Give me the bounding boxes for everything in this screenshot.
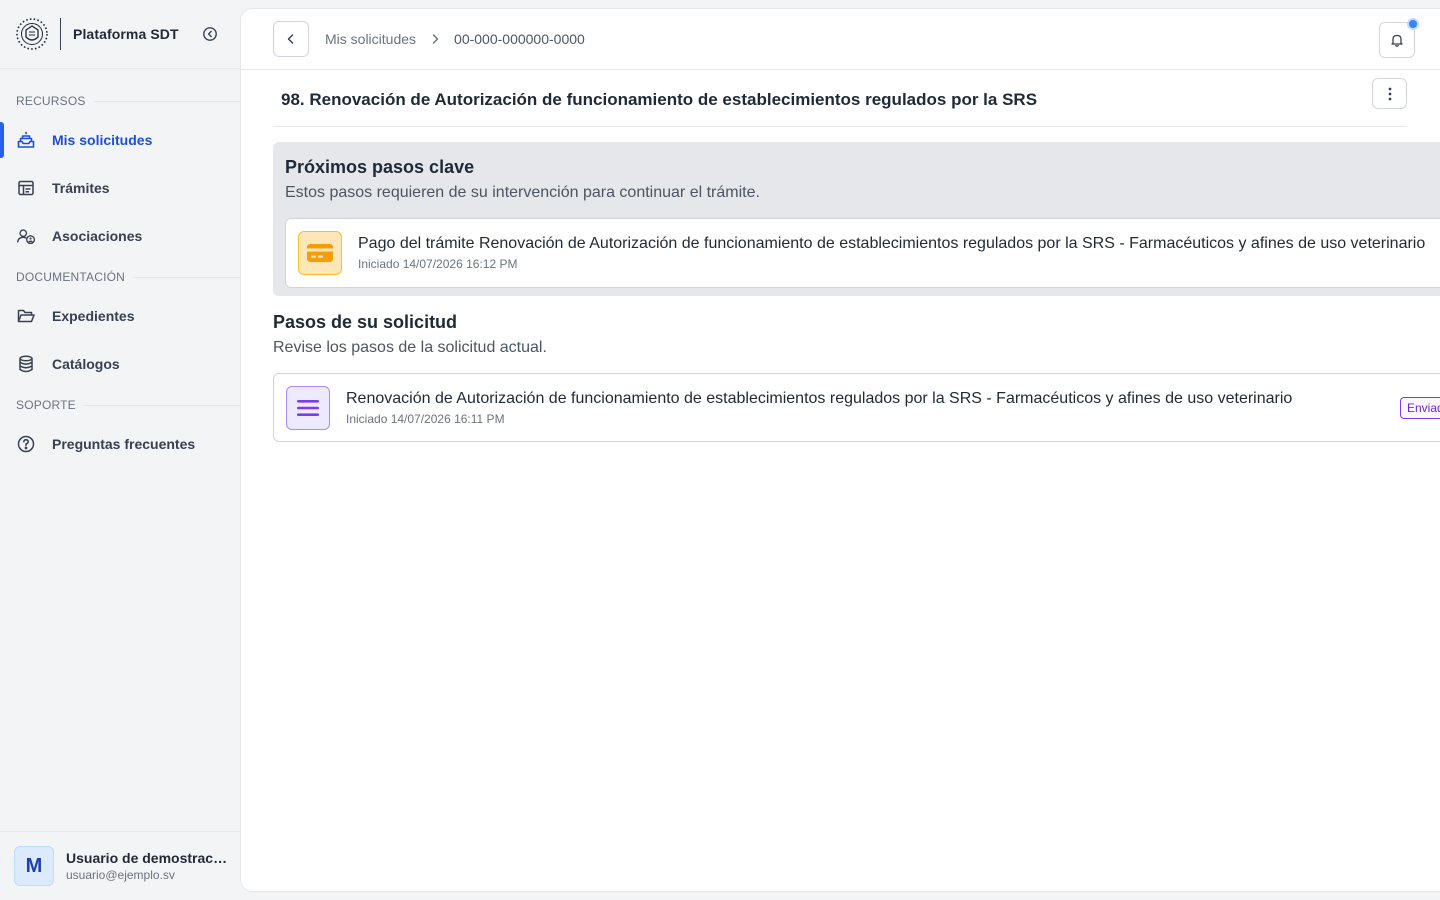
- steps-title: Pasos de su solicitud: [273, 312, 458, 332]
- page-title: 98. Renovación de Autorización de funcio…: [281, 90, 1038, 109]
- table-icon: [16, 178, 36, 198]
- question-circle-icon: [16, 434, 36, 454]
- inbox-tray-icon: [16, 130, 36, 150]
- step-text: Renovación de Autorización de funcionami…: [346, 390, 1292, 426]
- sidebar-item-label: Mis solicitudes: [52, 132, 153, 148]
- section-title: SOPORTE: [16, 398, 76, 412]
- sidebar-item-label: Catálogos: [52, 356, 120, 372]
- user-profile[interactable]: M Usuario de demostración usuario@ejempl…: [0, 831, 240, 900]
- bell-icon: [1391, 34, 1403, 47]
- sidebar-item-label: Trámites: [52, 180, 110, 196]
- sidebar-item-label: Expedientes: [52, 308, 135, 324]
- step-title: Renovación de Autorización de funcionami…: [346, 389, 1293, 407]
- step-card[interactable]: Renovación de Autorización de funcionami…: [273, 373, 1440, 442]
- credit-card-icon: [298, 231, 342, 275]
- chevron-right-icon: [428, 32, 442, 46]
- brand-divider: [60, 18, 61, 50]
- sidebar-item-asociaciones[interactable]: Asociaciones: [0, 217, 240, 255]
- coat-of-arms-logo: [15, 17, 49, 51]
- user-group-icon: [16, 226, 36, 246]
- back-button[interactable]: [273, 21, 309, 57]
- collapse-sidebar-icon[interactable]: [201, 25, 219, 43]
- more-options-button[interactable]: [1372, 78, 1407, 109]
- section-title: RECURSOS: [16, 94, 86, 108]
- section-title: DOCUMENTACIÓN: [16, 270, 126, 284]
- document-lines-icon: [286, 385, 330, 430]
- avatar: M: [14, 846, 54, 886]
- notifications-button[interactable]: [1379, 18, 1419, 58]
- next-steps-title: Próximos pasos clave: [285, 157, 475, 177]
- next-step-date: Iniciado 14/07/2026 16:12 PM: [358, 257, 518, 271]
- next-step-title: Pago del trámite Renovación de Autorizac…: [358, 235, 1426, 252]
- sidebar-item-preguntas-frecuentes[interactable]: Preguntas frecuentes: [0, 425, 240, 463]
- section-divider: [93, 100, 240, 102]
- section-soporte: SOPORTE: [0, 395, 240, 415]
- sidebar-item-catalogos[interactable]: Catálogos: [0, 345, 240, 383]
- sidebar-item-label: Preguntas frecuentes: [52, 436, 196, 452]
- breadcrumb-current: 00-000-000000-0000: [454, 31, 585, 47]
- folder-open-icon: [16, 306, 36, 326]
- kebab-menu-icon: [1388, 87, 1391, 100]
- sidebar-item-mis-solicitudes[interactable]: Mis solicitudes: [0, 121, 240, 159]
- next-step-text: Pago del trámite Renovación de Autorizac…: [358, 235, 1434, 271]
- top-bar: Mis solicitudes 00-000-000000-0000: [241, 9, 1440, 70]
- user-email: usuario@ejemplo.sv: [66, 868, 175, 882]
- next-steps-panel: Próximos pasos clave Estos pasos requier…: [273, 142, 1440, 296]
- nav-soporte: Preguntas frecuentes: [0, 425, 240, 463]
- nav-documentacion: Expedientes Catálogos: [0, 297, 240, 383]
- database-icon: [16, 354, 36, 374]
- steps-subtitle: Revise los pasos de la solicitud actual.: [273, 339, 547, 356]
- notification-badge: [1407, 18, 1419, 30]
- app-name: Plataforma SDT: [73, 26, 179, 42]
- user-info: Usuario de demostración usuario@ejemplo.…: [66, 850, 230, 882]
- section-divider: [133, 276, 240, 278]
- page-title-row: 98. Renovación de Autorización de funcio…: [273, 78, 1407, 127]
- section-documentacion: DOCUMENTACIÓN: [0, 267, 240, 287]
- breadcrumb-parent[interactable]: Mis solicitudes: [325, 31, 416, 47]
- next-steps-subtitle: Estos pasos requieren de su intervención…: [285, 184, 760, 201]
- nav-recursos: Mis solicitudes Trámites Asociaciones: [0, 121, 240, 255]
- chevron-left-icon: [287, 34, 294, 44]
- sidebar-item-expedientes[interactable]: Expedientes: [0, 297, 240, 335]
- sidebar: Plataforma SDT RECURSOS Mis solicitudes: [0, 0, 240, 900]
- sidebar-item-label: Asociaciones: [52, 228, 143, 244]
- next-step-card[interactable]: Pago del trámite Renovación de Autorizac…: [285, 218, 1440, 288]
- step-date: Iniciado 14/07/2026 16:11 PM: [346, 411, 505, 426]
- status-badge: Enviado: [1400, 397, 1440, 419]
- brand-header: Plataforma SDT: [0, 0, 240, 69]
- section-recursos: RECURSOS: [0, 91, 240, 111]
- main-panel: Mis solicitudes 00-000-000000-0000 98. R…: [240, 8, 1440, 892]
- user-name: Usuario de demostración: [66, 850, 230, 866]
- sidebar-item-tramites[interactable]: Trámites: [0, 169, 240, 207]
- section-divider: [83, 404, 240, 406]
